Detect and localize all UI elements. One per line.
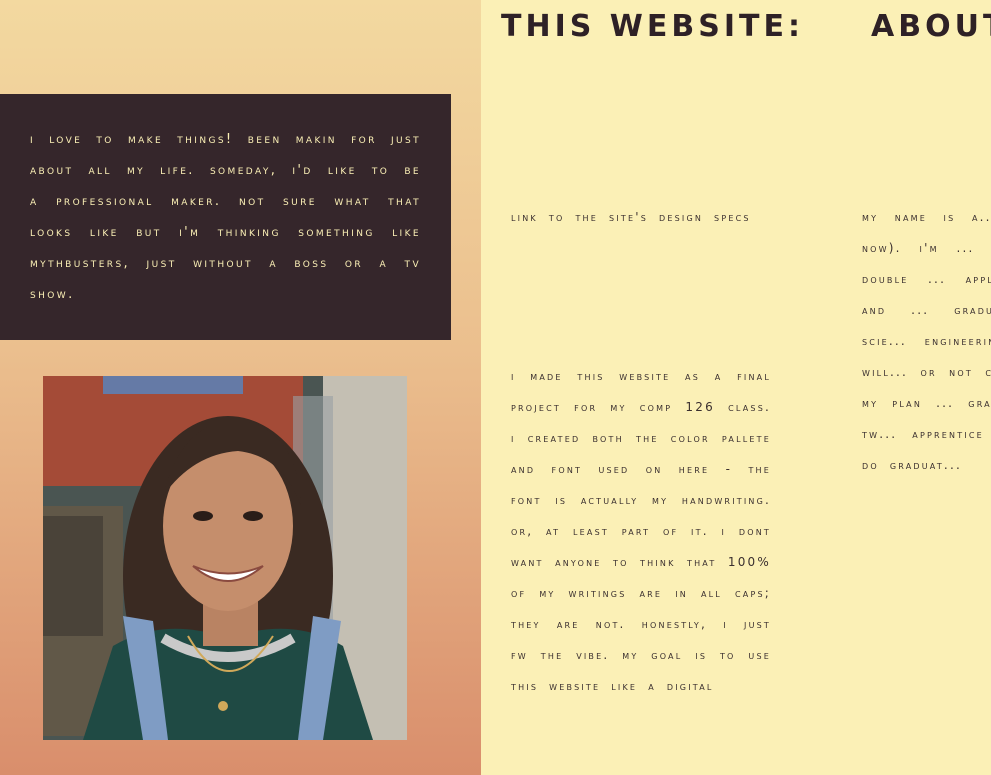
portrait-photo: [43, 376, 407, 740]
about-heading: About: [871, 9, 991, 44]
about-text: My name is A... you probably... by now).…: [862, 210, 991, 472]
left-panel: I love to make things! Been makin for ju…: [0, 0, 481, 775]
intro-box: I love to make things! Been makin for ju…: [0, 94, 451, 340]
this-website-heading: This Website:: [501, 9, 804, 44]
portrait-photo-illustration: [43, 376, 407, 740]
design-specs-link[interactable]: Link to the site's design specs: [511, 202, 771, 233]
website-description: I made this website as a final project f…: [511, 369, 771, 693]
right-panel: This Website: About Link to the site's d…: [481, 0, 991, 775]
intro-text: I love to make things! Been makin for ju…: [30, 132, 421, 302]
